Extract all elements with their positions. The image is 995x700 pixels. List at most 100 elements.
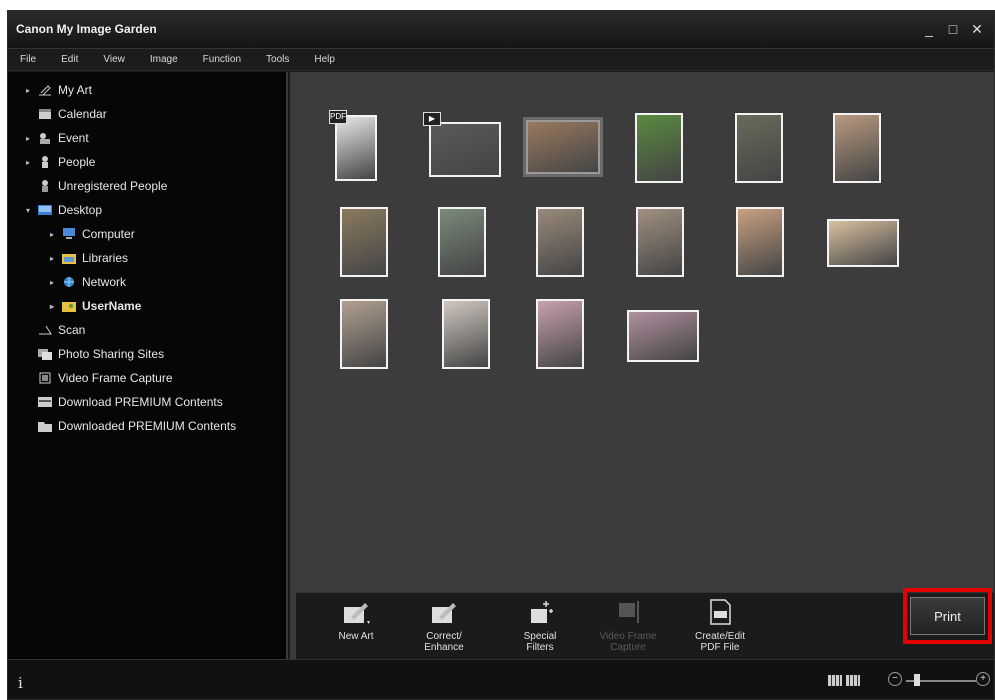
zoom-out-icon[interactable]: − xyxy=(888,672,902,686)
thumbnail-image[interactable] xyxy=(636,207,684,277)
menu-tools[interactable]: Tools xyxy=(266,54,289,65)
thumbnail-image[interactable] xyxy=(736,207,784,277)
thumbnail-image[interactable] xyxy=(536,207,584,277)
thumbnail-image[interactable] xyxy=(340,299,388,369)
calendar-icon xyxy=(38,108,52,120)
expand-arrow-icon[interactable]: ▸ xyxy=(46,254,58,263)
download-icon xyxy=(38,396,52,408)
sidebar-item-calendar[interactable]: Calendar xyxy=(38,102,107,126)
sidebar-item-label: Download PREMIUM Contents xyxy=(58,395,223,409)
sidebar-item-label: My Art xyxy=(58,83,93,97)
close-button[interactable]: ✕ xyxy=(970,21,984,37)
sidebar-item-username[interactable]: ▸ UserName xyxy=(46,294,141,318)
people-icon xyxy=(38,156,52,168)
menu-help[interactable]: Help xyxy=(314,54,335,65)
network-icon xyxy=(62,276,76,288)
sidebar-item-label: Desktop xyxy=(58,203,103,217)
thumbnail-pdf[interactable] xyxy=(335,115,377,181)
thumbnail-image[interactable] xyxy=(735,113,783,183)
new-art-label: New Art xyxy=(338,631,374,642)
sidebar-item-label: Libraries xyxy=(82,251,129,265)
menu-edit[interactable]: Edit xyxy=(61,54,78,65)
sidebar-item-photo-sharing-sites[interactable]: Photo Sharing Sites xyxy=(38,342,164,366)
correct-enhance-icon xyxy=(429,597,459,627)
info-icon[interactable]: i xyxy=(18,674,23,692)
correct-enhance-button[interactable]: Correct/ Enhance xyxy=(404,597,484,653)
thumbnail-image[interactable] xyxy=(635,113,683,183)
pdf-file-icon xyxy=(705,597,735,627)
sidebar-item-label: Photo Sharing Sites xyxy=(58,347,165,361)
pdf-label-line2: PDF File xyxy=(700,642,740,653)
menu-bar: File Edit View Image Function Tools Help xyxy=(8,49,994,71)
collapse-arrow-icon[interactable]: ▾ xyxy=(22,206,34,215)
expand-arrow-icon[interactable]: ▸ xyxy=(46,230,58,239)
zoom-slider[interactable]: − + xyxy=(888,672,990,690)
minimize-button[interactable]: _ xyxy=(922,21,936,37)
sidebar-item-label: Downloaded PREMIUM Contents xyxy=(58,419,237,433)
sidebar-item-unregistered-people[interactable]: Unregistered People xyxy=(38,174,167,198)
sidebar-item-label: UserName xyxy=(82,299,142,313)
thumbnail-image[interactable] xyxy=(442,299,490,369)
expand-arrow-icon[interactable]: ▸ xyxy=(22,158,34,167)
video-badge-icon: ▶ xyxy=(423,112,441,126)
new-art-icon xyxy=(341,597,371,627)
video-frame-capture-button: Video Frame Capture xyxy=(588,597,668,653)
special-label-line1: Special xyxy=(523,631,557,642)
thumbnail-image[interactable] xyxy=(833,113,881,183)
sidebar-item-scan[interactable]: Scan xyxy=(38,318,85,342)
event-icon xyxy=(38,132,52,144)
details-view-icon[interactable] xyxy=(846,675,860,686)
sidebar-item-label: Unregistered People xyxy=(58,179,168,193)
expand-arrow-icon[interactable]: ▸ xyxy=(22,134,34,143)
sidebar-item-download-premium[interactable]: Download PREMIUM Contents xyxy=(38,390,223,414)
sidebar-item-people[interactable]: ▸ People xyxy=(22,150,95,174)
zoom-handle[interactable] xyxy=(914,674,920,686)
maximize-button[interactable]: □ xyxy=(946,21,960,37)
thumbnail-view-icon[interactable] xyxy=(828,675,842,686)
my-art-icon xyxy=(38,84,52,96)
new-art-button[interactable]: New Art xyxy=(316,597,396,642)
thumbnail-video[interactable] xyxy=(429,122,501,177)
special-label-line2: Filters xyxy=(526,642,554,653)
special-filters-icon xyxy=(525,597,555,627)
app-window: Canon My Image Garden _ □ ✕ File Edit Vi… xyxy=(7,10,995,700)
expand-arrow-icon[interactable]: ▸ xyxy=(22,86,34,95)
print-button[interactable]: Print xyxy=(910,597,985,635)
video-label-line2: Capture xyxy=(610,642,646,653)
thumbnail-image[interactable] xyxy=(526,120,600,174)
create-edit-pdf-button[interactable]: Create/Edit PDF File xyxy=(680,597,760,653)
sidebar-item-network[interactable]: ▸ Network xyxy=(46,270,126,294)
menu-function[interactable]: Function xyxy=(203,54,241,65)
menu-view[interactable]: View xyxy=(103,54,125,65)
expand-arrow-icon[interactable]: ▸ xyxy=(46,278,58,287)
sidebar-item-video-frame-capture[interactable]: Video Frame Capture xyxy=(38,366,173,390)
sidebar-item-label: Network xyxy=(82,275,127,289)
sidebar-item-my-art[interactable]: ▸ My Art xyxy=(22,78,92,102)
thumbnail-image[interactable] xyxy=(438,207,486,277)
operation-toolbar: New Art Correct/ Enhance Special Filters… xyxy=(296,592,994,659)
thumbnail-image[interactable] xyxy=(627,310,699,362)
window-title: Canon My Image Garden xyxy=(16,22,157,36)
sidebar-item-event[interactable]: ▸ Event xyxy=(22,126,89,150)
scan-icon xyxy=(38,324,52,336)
video-label-line1: Video Frame xyxy=(599,631,657,642)
special-filters-button[interactable]: Special Filters xyxy=(500,597,580,653)
video-frame-capture-icon xyxy=(613,597,643,627)
zoom-in-icon[interactable]: + xyxy=(976,672,990,686)
sidebar-item-label: Scan xyxy=(58,323,86,337)
global-menu-tree: ▸ My Art Calendar ▸ Event ▸ People Unreg… xyxy=(8,72,288,659)
sidebar-item-label: People xyxy=(58,155,96,169)
correct-label-line2: Enhance xyxy=(424,642,464,653)
menu-image[interactable]: Image xyxy=(150,54,178,65)
thumbnail-image[interactable] xyxy=(827,219,899,267)
sidebar-item-computer[interactable]: ▸ Computer xyxy=(46,222,135,246)
expand-arrow-icon[interactable]: ▸ xyxy=(46,302,58,311)
menu-file[interactable]: File xyxy=(20,54,36,65)
sidebar-item-downloaded-premium[interactable]: Downloaded PREMIUM Contents xyxy=(38,414,236,438)
sidebar-item-libraries[interactable]: ▸ Libraries xyxy=(46,246,128,270)
sidebar-item-desktop[interactable]: ▾ Desktop xyxy=(22,198,102,222)
thumbnail-image[interactable] xyxy=(536,299,584,369)
libraries-icon xyxy=(62,252,76,264)
thumbnail-image[interactable] xyxy=(340,207,388,277)
correct-label-line1: Correct/ xyxy=(426,631,462,642)
